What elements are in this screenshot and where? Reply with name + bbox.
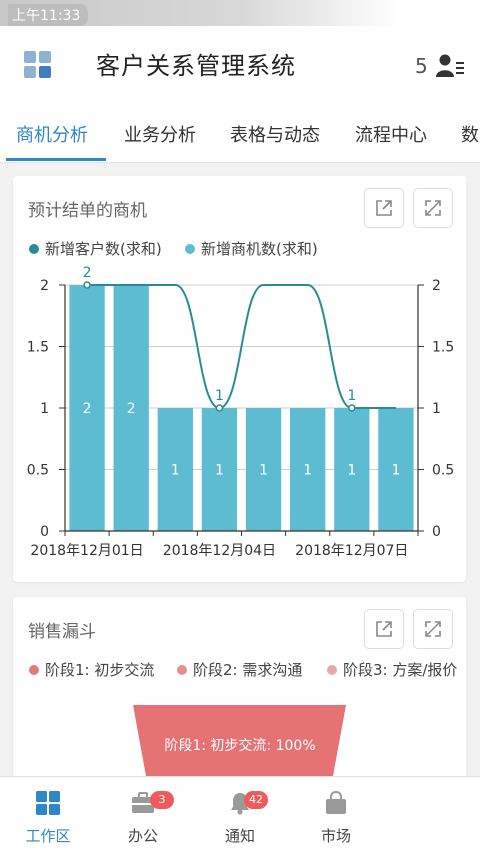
nav-notifications-badge: 42 bbox=[244, 791, 268, 809]
workspace-grid-icon bbox=[36, 791, 60, 815]
line-point-label-0: 2 bbox=[83, 265, 92, 281]
y-tick-label-left: 1 bbox=[40, 401, 49, 417]
funnel-chart: 阶段1: 初步交流: 100% bbox=[133, 705, 346, 787]
opportunity-chart: 0 0 0.5 0.5 1 1 1.5 1.5 2 2 2 2 1 1 1 1 1 1 2018年12月01日 201… bbox=[27, 265, 455, 559]
tab-business-analysis[interactable]: 业务分析 bbox=[124, 121, 196, 147]
shopping-bag-icon bbox=[326, 791, 346, 814]
bar-label-6: 1 bbox=[347, 463, 356, 479]
y-tick-label-left: 0.5 bbox=[27, 463, 49, 479]
line-point-label-3: 1 bbox=[215, 388, 224, 404]
y-tick-label-right: 0 bbox=[432, 524, 441, 540]
line-point-0 bbox=[83, 281, 91, 289]
x-tick-label: 2018年12月04日 bbox=[163, 543, 276, 559]
app-header: 客户关系管理系统 5 bbox=[0, 26, 480, 106]
user-count: 5 bbox=[415, 54, 428, 78]
nav-market[interactable]: 市场 bbox=[291, 777, 381, 854]
bar-label-7: 1 bbox=[391, 463, 400, 479]
y-tick-label-left: 2 bbox=[40, 278, 49, 294]
nav-office[interactable]: 3 办公 bbox=[98, 777, 188, 854]
tab-opportunity-analysis[interactable]: 商机分析 bbox=[16, 121, 88, 147]
app-grid-icon[interactable] bbox=[24, 51, 52, 79]
nav-office-label: 办公 bbox=[127, 827, 158, 845]
nav-workspace[interactable]: 工作区 bbox=[3, 777, 93, 854]
y-tick-label-right: 2 bbox=[432, 278, 441, 294]
tab-active-indicator bbox=[6, 158, 106, 161]
nav-workspace-label: 工作区 bbox=[25, 827, 71, 845]
y-tick-label-right: 1.5 bbox=[432, 340, 454, 356]
nav-office-badge: 3 bbox=[150, 791, 174, 809]
bar-label-3: 1 bbox=[215, 463, 224, 479]
bar-label-2: 1 bbox=[171, 463, 180, 479]
nav-notifications[interactable]: 42 通知 bbox=[195, 777, 285, 854]
x-tick-label: 2018年12月01日 bbox=[30, 543, 143, 559]
tab-tables-dynamics[interactable]: 表格与动态 bbox=[230, 121, 320, 147]
y-tick-label-left: 1.5 bbox=[27, 340, 49, 356]
tab-more[interactable]: 数 bbox=[461, 121, 479, 147]
page-title: 客户关系管理系统 bbox=[96, 52, 296, 80]
line-point-6 bbox=[348, 404, 356, 412]
funnel-stage1-label: 阶段1: 初步交流: 100% bbox=[164, 737, 315, 754]
y-tick-label-right: 1 bbox=[432, 401, 441, 417]
bar-label-0: 2 bbox=[83, 401, 92, 417]
bar-label-1: 2 bbox=[127, 401, 136, 417]
bottom-nav: 工作区 3 办公 42 通知 市场 bbox=[0, 776, 480, 854]
line-point-label-6: 1 bbox=[347, 388, 356, 404]
user-list-icon[interactable] bbox=[436, 53, 464, 79]
sales-funnel-card: 销售漏斗 阶段1: 初步交流 阶段2: 需求沟通 阶段3: 方案/报价 阶段1:… bbox=[13, 597, 466, 797]
tab-bar: 商机分析 业务分析 表格与动态 流程中心 数 bbox=[0, 106, 480, 163]
y-tick-label-left: 0 bbox=[40, 524, 49, 540]
nav-market-label: 市场 bbox=[320, 827, 351, 845]
tab-process-center[interactable]: 流程中心 bbox=[355, 121, 427, 147]
status-bar: 上午11:33 bbox=[0, 0, 480, 26]
bar-label-4: 1 bbox=[259, 463, 268, 479]
x-tick-label: 2018年12月07日 bbox=[295, 543, 408, 559]
bar-label-5: 1 bbox=[303, 463, 312, 479]
expected-deals-card: 预计结单的商机 新增客户数(求和) 新增商机数(求和) 0 0 0.5 0.5 1 1 1.… bbox=[13, 176, 466, 582]
nav-notifications-label: 通知 bbox=[224, 827, 255, 845]
status-time: 上午11:33 bbox=[8, 4, 89, 26]
y-tick-label-right: 0.5 bbox=[432, 463, 454, 479]
line-point-3 bbox=[215, 404, 224, 412]
